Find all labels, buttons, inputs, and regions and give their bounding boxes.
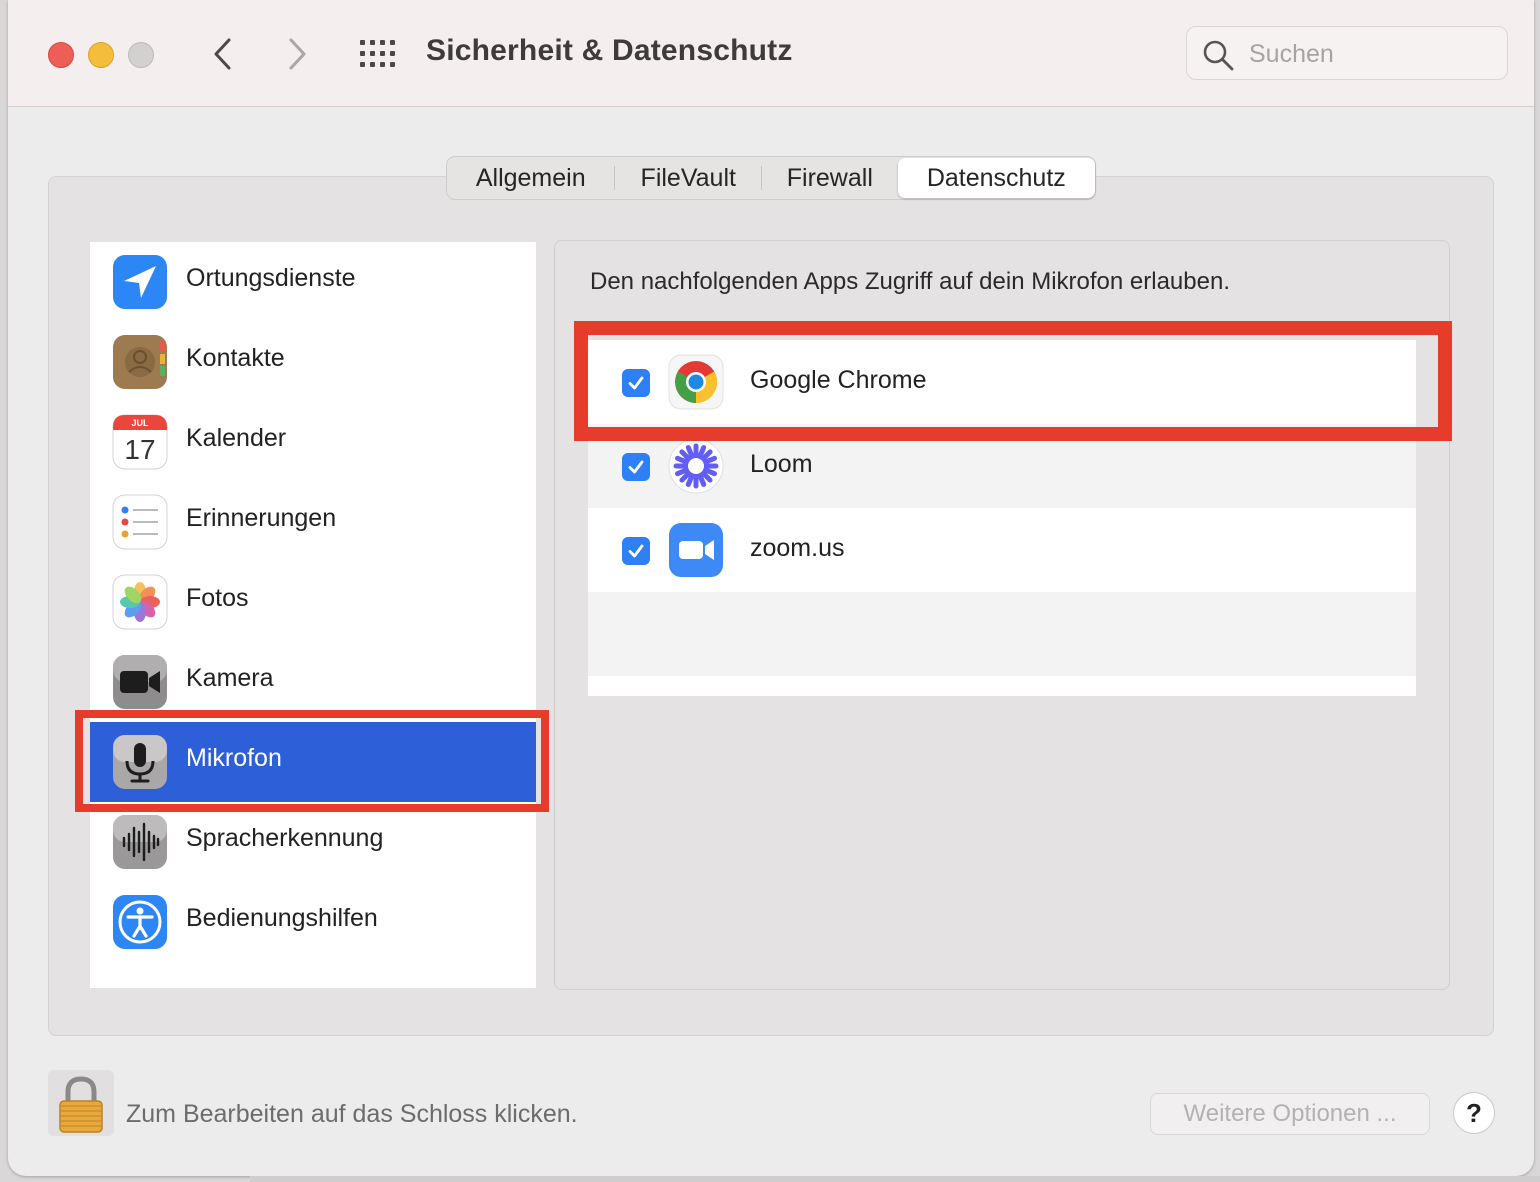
help-button[interactable]: ? <box>1453 1092 1495 1134</box>
app-name: Loom <box>750 450 813 478</box>
sidebar-item-bedienungshilfen[interactable]: Bedienungshilfen <box>90 882 536 962</box>
sidebar-item-erinnerungen[interactable]: Erinnerungen <box>90 482 536 562</box>
highlight-box-google-chrome <box>574 321 1452 441</box>
padlock-icon <box>59 1076 103 1133</box>
forward-button[interactable] <box>280 36 314 72</box>
lock-hint-text: Zum Bearbeiten auf das Schloss klicken. <box>126 1100 578 1128</box>
permissions-description: Den nachfolgenden Apps Zugriff auf dein … <box>590 268 1230 295</box>
window-title: Sicherheit & Datenschutz <box>426 34 793 67</box>
minimize-window-button[interactable] <box>88 42 114 68</box>
more-options-button[interactable]: Weitere Optionen ... <box>1150 1093 1430 1135</box>
loom-icon <box>668 438 724 494</box>
photos-icon <box>112 574 168 630</box>
grid-icon <box>360 40 395 67</box>
chevron-left-icon <box>214 38 231 70</box>
privacy-category-list: Ortungsdienste Kontakte JUL 17 Kalender <box>90 242 536 988</box>
sidebar-item-fotos[interactable]: Fotos <box>90 562 536 642</box>
close-window-button[interactable] <box>48 42 74 68</box>
preferences-window: Sicherheit & Datenschutz Allgemein FileV… <box>8 0 1534 1176</box>
speech-recognition-icon <box>113 815 167 869</box>
accessibility-icon <box>113 895 167 949</box>
sidebar-item-label: Kalender <box>186 424 287 452</box>
title-bar: Sicherheit & Datenschutz <box>8 0 1534 107</box>
sidebar-item-label: Kontakte <box>186 344 285 372</box>
search-icon <box>1203 40 1234 71</box>
sidebar-item-kalender[interactable]: JUL 17 Kalender <box>90 402 536 482</box>
loom-permission-checkbox[interactable] <box>622 453 650 481</box>
search-field[interactable] <box>1186 26 1508 80</box>
location-arrow-icon <box>113 255 167 309</box>
sidebar-item-kontakte[interactable]: Kontakte <box>90 322 536 402</box>
sidebar-item-label: Ortungsdienste <box>186 264 356 292</box>
zoom-permission-checkbox[interactable] <box>622 537 650 565</box>
background-strip <box>250 1176 1540 1182</box>
sidebar-item-spracherkennung[interactable]: Spracherkennung <box>90 802 536 882</box>
tab-bar: Allgemein FileVault Firewall Datenschutz <box>446 156 1096 200</box>
tab-datenschutz[interactable]: Datenschutz <box>897 158 1095 198</box>
contacts-icon <box>113 335 167 389</box>
calendar-day: 17 <box>124 434 155 465</box>
show-all-grid-button[interactable] <box>358 38 398 70</box>
sidebar-item-label: Spracherkennung <box>186 824 384 852</box>
empty-list-row <box>588 592 1416 676</box>
search-input[interactable] <box>1247 37 1501 71</box>
sidebar-item-label: Kamera <box>186 664 274 692</box>
zoom-window-button[interactable] <box>128 42 154 68</box>
calendar-month: JUL <box>131 418 149 428</box>
sidebar-item-label: Bedienungshilfen <box>186 904 378 932</box>
highlight-box-mikrofon <box>75 710 549 812</box>
app-row-zoom[interactable]: zoom.us <box>588 508 1416 592</box>
tab-firewall[interactable]: Firewall <box>762 158 898 198</box>
checkmark-icon <box>628 544 644 558</box>
sidebar-item-ortungsdienste[interactable]: Ortungsdienste <box>90 242 536 322</box>
checkmark-icon <box>628 460 644 474</box>
reminders-icon <box>112 494 168 550</box>
sidebar-item-label: Fotos <box>186 584 249 612</box>
lock-button[interactable] <box>48 1070 114 1136</box>
chevron-right-icon <box>289 38 306 70</box>
calendar-icon: JUL 17 <box>112 414 168 470</box>
tab-allgemein[interactable]: Allgemein <box>447 158 614 198</box>
zoom-icon <box>669 523 723 577</box>
back-button[interactable] <box>206 36 240 72</box>
tab-filevault[interactable]: FileVault <box>615 158 761 198</box>
camera-icon <box>113 655 167 709</box>
sidebar-item-label: Erinnerungen <box>186 504 337 532</box>
app-name: zoom.us <box>750 534 845 562</box>
